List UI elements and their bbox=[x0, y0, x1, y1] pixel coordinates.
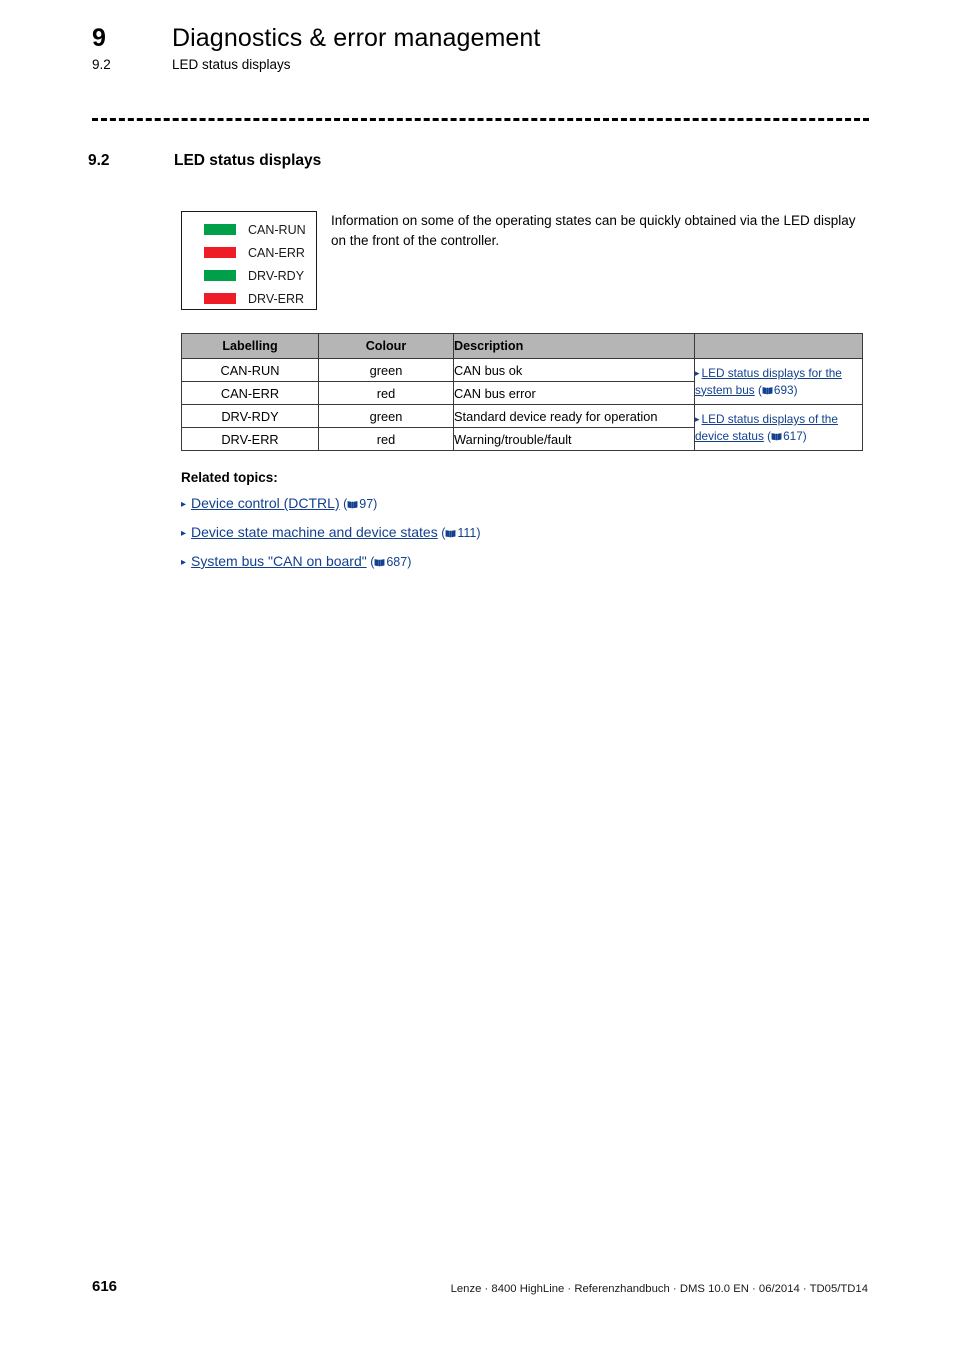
running-head-chapter-number: 9 bbox=[92, 24, 107, 52]
column-header-labelling: Labelling bbox=[181, 333, 319, 359]
cell-colour: green bbox=[318, 358, 454, 382]
triangle-bullet-icon: ▸ bbox=[181, 557, 187, 568]
running-head-section-line: 9.2 LED status displays bbox=[92, 57, 872, 72]
book-icon bbox=[445, 530, 456, 538]
legend-label-drv-err: DRV-ERR bbox=[248, 291, 305, 306]
led-indicator-green-icon bbox=[204, 224, 236, 235]
column-header-colour: Colour bbox=[318, 333, 454, 359]
triangle-bullet-icon: ▸ bbox=[695, 414, 700, 424]
table-row: CAN-RUN green CAN bus ok ▸ LED status dis… bbox=[181, 358, 863, 405]
table-header-row: Labelling Colour Description bbox=[181, 333, 863, 359]
led-indicator-red-icon bbox=[204, 293, 236, 304]
running-head: 9 Diagnostics & error management 9.2 LED… bbox=[92, 24, 872, 72]
section-heading-title: LED status displays bbox=[174, 152, 322, 169]
book-icon bbox=[771, 432, 782, 440]
cell-description: Warning/trouble/fault bbox=[453, 427, 695, 451]
running-head-section-title: LED status displays bbox=[172, 57, 291, 72]
cell-labelling: DRV-ERR bbox=[181, 427, 319, 451]
related-topic-link-text[interactable]: System bus "CAN on board" bbox=[191, 553, 367, 569]
crossreference-page-number: 693 bbox=[773, 382, 794, 397]
table-row: DRV-RDY green Standard device ready for … bbox=[181, 404, 863, 451]
table-body: CAN-RUN green CAN bus ok ▸ LED status dis… bbox=[181, 358, 863, 451]
related-topic-page-number: 97 bbox=[359, 497, 374, 511]
table-header: Labelling Colour Description bbox=[181, 333, 863, 359]
cell-crossreference: ▸ LED status displays of the device statu… bbox=[694, 404, 863, 451]
related-topic-link-text[interactable]: Device state machine and device states bbox=[191, 524, 438, 540]
crossreference-link-device-status[interactable]: ▸ LED status displays of the device statu… bbox=[695, 412, 838, 443]
cell-colour: green bbox=[318, 404, 454, 428]
cell-labelling: CAN-RUN bbox=[181, 358, 319, 382]
book-icon bbox=[762, 386, 773, 394]
crossreference-page-ref: (617) bbox=[763, 428, 807, 443]
book-icon bbox=[347, 501, 358, 509]
section-heading: 9.2 LED status displays bbox=[88, 152, 321, 170]
legend-label-drv-rdy: DRV-RDY bbox=[248, 268, 305, 283]
related-topic-page-ref: (111) bbox=[437, 526, 481, 540]
legend-item-drv-rdy: DRV-RDY bbox=[182, 265, 316, 286]
legend-item-drv-err: DRV-ERR bbox=[182, 288, 316, 309]
related-topics-title: Related topics: bbox=[181, 470, 278, 485]
related-topics-section: Related topics: ▸ Device control (DCTRL) … bbox=[181, 470, 741, 581]
legend-label-can-run: CAN-RUN bbox=[248, 222, 306, 237]
legend-item-can-run: CAN-RUN bbox=[182, 219, 316, 240]
led-legend-box: CAN-RUN CAN-ERR DRV-RDY DRV-ERR bbox=[181, 211, 317, 310]
related-topic-page-number: 111 bbox=[457, 526, 477, 540]
cell-crossreference: ▸ LED status displays for the system bus … bbox=[694, 358, 863, 405]
header-dashed-divider bbox=[92, 118, 869, 121]
cell-description: CAN bus ok bbox=[453, 358, 695, 382]
cell-colour: red bbox=[318, 381, 454, 405]
cell-description: Standard device ready for operation bbox=[453, 404, 695, 428]
footer-page-number: 616 bbox=[92, 1278, 118, 1295]
related-topic-link-text[interactable]: Device control (DCTRL) bbox=[191, 495, 340, 511]
legend-label-can-err: CAN-ERR bbox=[248, 245, 305, 260]
footer-imprint: Lenze · 8400 HighLine · Referenzhandbuch… bbox=[450, 1283, 868, 1295]
cell-description: CAN bus error bbox=[453, 381, 695, 405]
crossreference-page-ref: (693) bbox=[754, 382, 798, 397]
crossreference-link-system-bus[interactable]: ▸ LED status displays for the system bus … bbox=[695, 366, 842, 397]
legend-item-can-err: CAN-ERR bbox=[182, 242, 316, 263]
running-head-chapter-line: 9 Diagnostics & error management bbox=[92, 24, 872, 53]
related-topic-system-bus[interactable]: ▸ System bus "CAN on board" (687) bbox=[181, 552, 741, 572]
triangle-bullet-icon: ▸ bbox=[181, 499, 187, 510]
related-topic-device-control[interactable]: ▸ Device control (DCTRL) (97) bbox=[181, 494, 741, 514]
triangle-bullet-icon: ▸ bbox=[695, 368, 700, 378]
crossreference-page-number: 617 bbox=[783, 428, 803, 443]
cell-labelling: DRV-RDY bbox=[181, 404, 319, 428]
related-topic-page-ref: (687) bbox=[366, 555, 412, 569]
column-header-crossreference bbox=[694, 333, 863, 359]
column-header-description: Description bbox=[453, 333, 695, 359]
section-heading-number: 9.2 bbox=[88, 152, 110, 169]
related-topic-device-state-machine[interactable]: ▸ Device state machine and device states … bbox=[181, 523, 741, 543]
running-head-chapter-title: Diagnostics & error management bbox=[172, 24, 541, 52]
led-indicator-red-icon bbox=[204, 247, 236, 258]
book-icon bbox=[374, 559, 385, 567]
related-topic-page-ref: (97) bbox=[339, 497, 378, 511]
triangle-bullet-icon: ▸ bbox=[181, 528, 187, 539]
running-head-section-number: 9.2 bbox=[92, 57, 111, 72]
cell-colour: red bbox=[318, 427, 454, 451]
led-indicator-green-icon bbox=[204, 270, 236, 281]
led-status-table: Labelling Colour Description CAN-RUN gre… bbox=[181, 333, 863, 451]
cell-labelling: CAN-ERR bbox=[181, 381, 319, 405]
intro-paragraph: Information on some of the operating sta… bbox=[331, 213, 856, 248]
related-topic-page-number: 687 bbox=[386, 555, 408, 569]
